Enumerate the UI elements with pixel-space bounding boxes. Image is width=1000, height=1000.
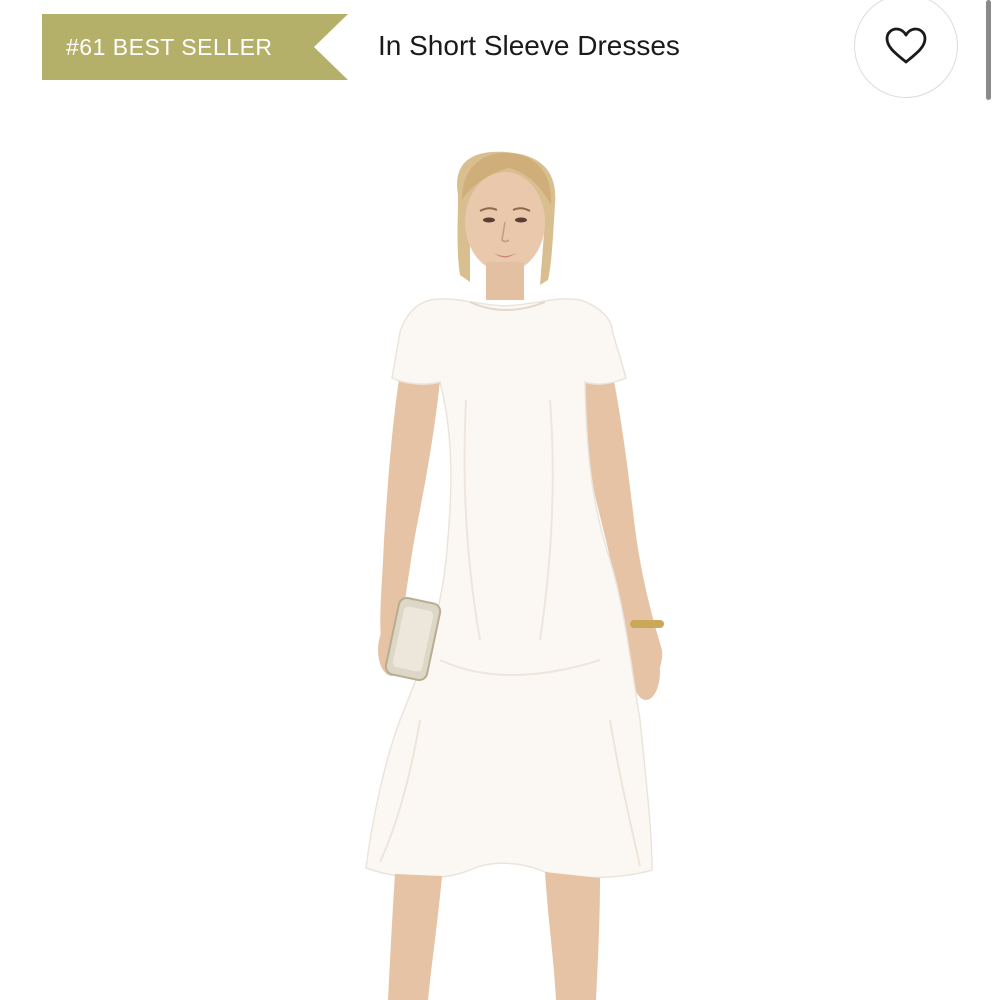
product-photo [365,151,664,1000]
scrollbar[interactable] [986,0,991,100]
best-seller-badge: #61 BEST SELLER [42,14,348,80]
product-image[interactable] [0,110,1000,1000]
category-label[interactable]: In Short Sleeve Dresses [378,20,680,72]
product-page: #61 BEST SELLER In Short Sleeve Dresses [0,0,1000,1000]
heart-icon [885,27,927,64]
favorite-button[interactable] [854,0,958,98]
best-seller-label: #61 BEST SELLER [66,34,273,60]
